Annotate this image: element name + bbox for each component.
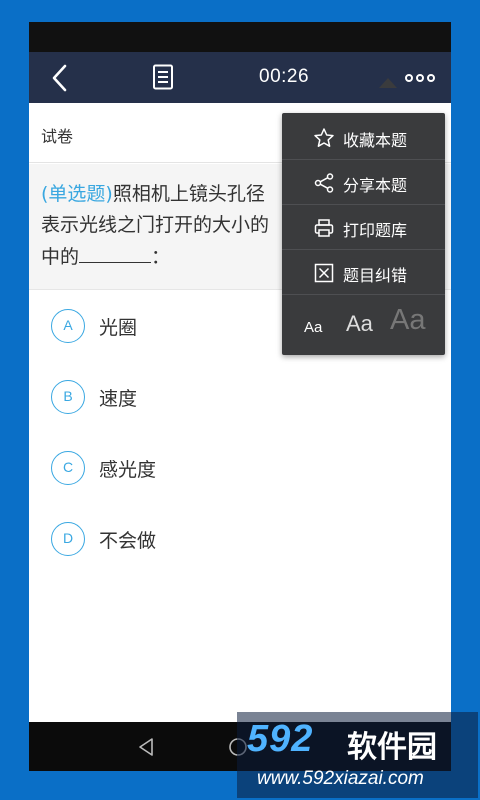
more-menu-popup: 收藏本题 分享本题 打印题库 题目纠错 Aa Aa Aa xyxy=(282,113,445,355)
nav-back-icon[interactable] xyxy=(135,736,157,758)
font-size-medium[interactable]: Aa xyxy=(346,311,373,337)
menu-item-report-error[interactable]: 题目纠错 xyxy=(282,250,445,295)
font-size-large[interactable]: Aa xyxy=(390,304,425,337)
menu-item-label: 收藏本题 xyxy=(343,131,408,150)
font-size-selector: Aa Aa Aa xyxy=(282,295,445,355)
menu-item-label: 题目纠错 xyxy=(343,266,408,285)
menu-item-favorite[interactable]: 收藏本题 xyxy=(282,115,445,160)
option-letter: C xyxy=(51,451,85,485)
printer-icon xyxy=(314,219,334,237)
question-type: (单选题) xyxy=(41,183,113,205)
option-c[interactable]: C 感光度 xyxy=(51,446,411,490)
menu-item-label: 打印题库 xyxy=(343,221,408,240)
option-text: 光圈 xyxy=(99,317,138,339)
menu-caret xyxy=(379,78,397,88)
answer-blank xyxy=(79,241,152,263)
menu-item-print[interactable]: 打印题库 xyxy=(282,205,445,250)
menu-item-share[interactable]: 分享本题 xyxy=(282,160,445,205)
option-d[interactable]: D 不会做 xyxy=(51,517,411,561)
question-text-1: 照相机上镜头孔径 xyxy=(112,183,265,205)
option-letter: A xyxy=(51,309,85,343)
option-letter: B xyxy=(51,380,85,414)
option-text: 速度 xyxy=(99,388,138,410)
menu-item-label: 分享本题 xyxy=(343,176,408,195)
option-b[interactable]: B 速度 xyxy=(51,375,411,419)
paper-label: 试卷 xyxy=(41,127,74,146)
question-text-end: ： xyxy=(151,246,171,268)
option-text: 不会做 xyxy=(99,530,157,552)
option-letter: D xyxy=(51,522,85,556)
watermark-url: www.592xiazai.com xyxy=(257,768,424,789)
exam-timer: 00:26 xyxy=(259,66,310,87)
option-text: 感光度 xyxy=(99,459,157,481)
site-watermark: 592 软件园 www.592xiazai.com xyxy=(237,712,478,798)
watermark-brand: 592 xyxy=(247,718,314,760)
status-bar xyxy=(29,22,451,52)
font-size-small[interactable]: Aa xyxy=(304,319,322,336)
question-text-2: 表示光线之门打开的大小的 xyxy=(41,214,270,236)
more-dots-icon[interactable] xyxy=(403,68,437,88)
question-text-3: 中的 xyxy=(41,246,80,268)
watermark-brand-cn: 软件园 xyxy=(347,730,437,765)
error-box-icon xyxy=(314,263,334,283)
document-icon[interactable] xyxy=(152,64,174,90)
share-icon xyxy=(314,173,334,193)
star-icon xyxy=(314,128,334,147)
back-arrow-icon[interactable] xyxy=(47,63,73,93)
